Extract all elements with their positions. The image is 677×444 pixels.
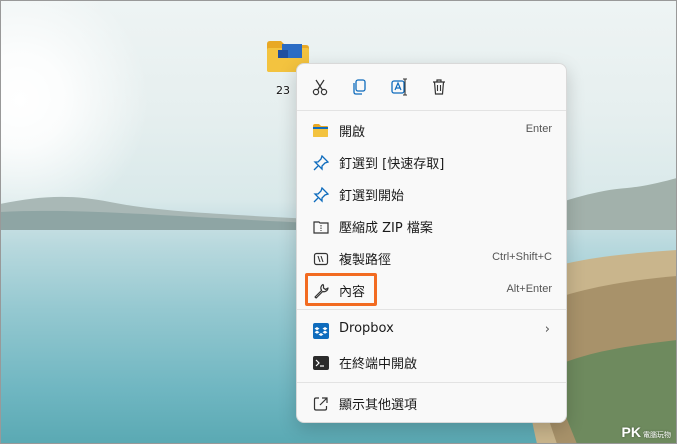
folder-icon — [312, 122, 329, 139]
watermark-main: PK — [621, 424, 641, 440]
mountain-left — [0, 196, 330, 230]
menu-item-shortcut: Ctrl+Shift+C — [492, 251, 552, 263]
pin-icon — [312, 186, 329, 203]
rename-button[interactable] — [388, 76, 410, 98]
trash-icon — [433, 79, 445, 95]
menu-item-label: 開啟 — [339, 125, 366, 140]
watermark: PK 電腦玩物 — [622, 424, 671, 440]
menu-item-pin-start[interactable]: 釘選到開始 — [301, 179, 562, 209]
rename-icon — [391, 78, 407, 96]
terminal-icon — [312, 354, 329, 371]
dropbox-icon — [312, 322, 329, 339]
menu-item-label: Dropbox — [339, 321, 394, 336]
context-menu: 開啟 Enter 釘選到 [快速存取] 釘選到開始 壓縮成 ZIP 檔案 複製路… — [296, 63, 567, 423]
menu-item-open[interactable]: 開啟 Enter — [301, 115, 562, 145]
menu-item-dropbox[interactable]: Dropbox › — [301, 315, 562, 345]
menu-divider — [297, 309, 566, 310]
menu-divider — [297, 110, 566, 111]
menu-divider — [297, 382, 566, 383]
menu-item-open-terminal[interactable]: 在終端中開啟 — [301, 347, 562, 377]
menu-item-label: 在終端中開啟 — [339, 357, 418, 372]
menu-item-show-more-options[interactable]: 顯示其他選項 — [301, 388, 562, 418]
desktop-icon-label: 23 — [276, 84, 290, 97]
scissors-icon — [312, 79, 328, 96]
cut-button[interactable] — [309, 76, 331, 98]
menu-item-label: 顯示其他選項 — [339, 398, 418, 413]
menu-item-label: 壓縮成 ZIP 檔案 — [339, 221, 433, 236]
menu-item-label: 複製路徑 — [339, 253, 392, 268]
quick-action-bar — [297, 64, 566, 110]
delete-button[interactable] — [428, 76, 450, 98]
copy-button[interactable] — [348, 76, 370, 98]
menu-item-pin-quick-access[interactable]: 釘選到 [快速存取] — [301, 147, 562, 177]
pin-icon — [312, 154, 329, 171]
menu-item-shortcut: Alt+Enter — [506, 283, 552, 295]
menu-item-label: 釘選到開始 — [339, 189, 405, 204]
copy-path-icon — [312, 250, 329, 267]
menu-item-label: 釘選到 [快速存取] — [339, 157, 445, 172]
menu-item-copy-path[interactable]: 複製路徑 Ctrl+Shift+C — [301, 243, 562, 273]
more-options-icon — [312, 395, 329, 412]
copy-icon — [353, 79, 366, 95]
watermark-sub: 電腦玩物 — [643, 432, 671, 439]
menu-item-compress-zip[interactable]: 壓縮成 ZIP 檔案 — [301, 211, 562, 241]
menu-item-shortcut: Enter — [525, 123, 552, 135]
zip-icon — [312, 218, 329, 235]
chevron-right-icon: › — [544, 322, 550, 337]
highlight-annotation — [305, 273, 377, 306]
